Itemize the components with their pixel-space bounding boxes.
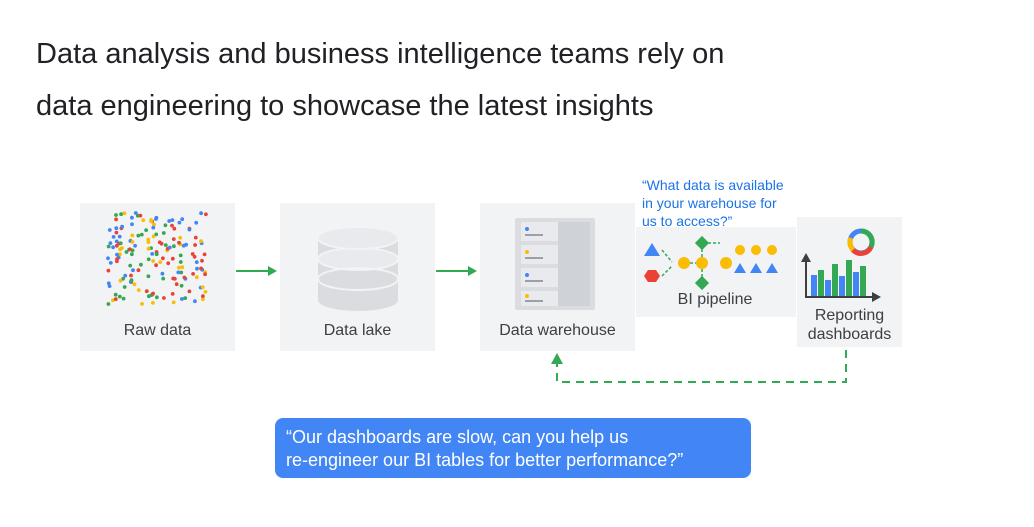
database-cylinder-icon <box>317 226 399 311</box>
bi-pipeline-icon <box>644 235 778 291</box>
bar-chart-dashboard-icon <box>801 228 881 302</box>
diagram-graphics <box>106 211 881 383</box>
feedback-loop-arrow <box>551 350 847 383</box>
server-rack-icon <box>515 218 595 310</box>
raw-data-scatter-icon <box>106 211 208 306</box>
